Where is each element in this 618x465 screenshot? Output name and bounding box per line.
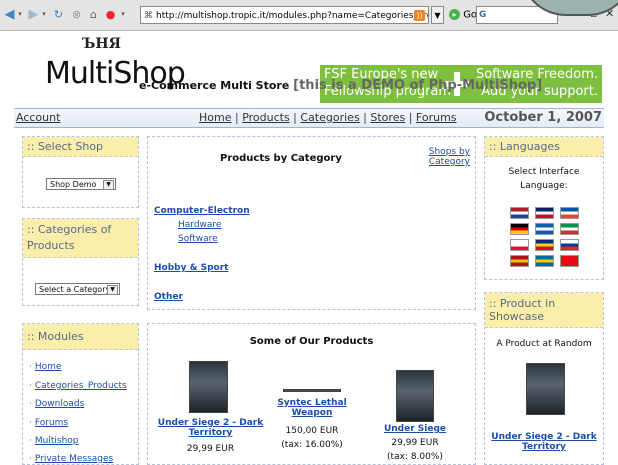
select-shop-title: :: Select Shop — [23, 137, 138, 157]
forward-dropdown-icon[interactable]: ▾ — [40, 8, 48, 21]
language-flag-icon[interactable] — [510, 223, 529, 235]
product-image-1[interactable] — [189, 361, 228, 413]
language-flag-icon[interactable] — [560, 207, 579, 219]
nav-bar: Account Home | Products | Categories | S… — [14, 108, 604, 128]
module-forums-link[interactable]: · Forums — [29, 418, 68, 428]
language-flag-icon[interactable] — [510, 239, 529, 251]
product-1-link[interactable]: Under Siege 2 - Dark Territory — [153, 418, 268, 438]
address-bar[interactable]: ⌘ http://multishop.tropic.it/modules.php?… — [140, 6, 429, 24]
addon-dropdown-icon[interactable]: ▾ — [119, 8, 127, 21]
products-by-category-box: Products by Category Shops by Category C… — [147, 136, 476, 310]
go-button[interactable]: ▸ Go — [449, 9, 477, 21]
language-flag-icon[interactable] — [510, 207, 529, 219]
modules-title: :: Modules — [23, 324, 138, 350]
category-computer-link[interactable]: Computer-Electron — [154, 206, 250, 216]
product-3-link[interactable]: Under Siege — [370, 424, 460, 434]
bullet-icon: · — [29, 362, 32, 372]
subcategory-hardware-link[interactable]: Hardware — [178, 220, 221, 230]
stop-icon[interactable]: ⊗ — [70, 8, 83, 21]
product-2-tax: (tax: 16.00%) — [281, 440, 343, 450]
nav-links: Home | Products | Categories | Stores | … — [199, 111, 457, 124]
nav-stores-link[interactable]: Stores — [370, 111, 405, 124]
reload-icon[interactable]: ↻ — [52, 8, 65, 21]
back-icon[interactable]: ◀ — [3, 8, 16, 21]
showcase-box: :: Product in Showcase A Product at Rand… — [484, 292, 604, 465]
language-flag-icon[interactable] — [535, 207, 554, 219]
showcase-product-image[interactable] — [526, 363, 565, 415]
module-multishop-link[interactable]: · Multishop — [29, 436, 79, 446]
product-3-tax: (tax: 8.00%) — [387, 452, 443, 462]
showcase-product-link[interactable]: Under Siege 2 - Dark Territory — [485, 432, 603, 452]
bullet-icon: · — [29, 436, 32, 446]
language-flag-icon[interactable] — [535, 239, 554, 251]
site-icon: ⌘ — [144, 11, 153, 21]
home-icon[interactable]: ⌂ — [87, 8, 100, 21]
nav-account-link[interactable]: Account — [16, 111, 60, 124]
product-3-price: 29,99 EUR — [391, 438, 439, 448]
language-flag-icon[interactable] — [560, 239, 579, 251]
product-2-price: 150,00 EUR — [285, 426, 339, 436]
tagline-text: e-Commerce Multi Store — [139, 79, 290, 92]
category-select[interactable]: Select a Category ▼ — [35, 283, 120, 295]
modules-box: :: Modules · Home · Categories_Products · D… — [22, 323, 139, 465]
bullet-icon: · — [29, 399, 32, 409]
nav-forums-link[interactable]: Forums — [416, 111, 457, 124]
nav-products-link[interactable]: Products — [242, 111, 290, 124]
language-flag-icon[interactable] — [560, 255, 579, 267]
languages-label: Select Interface Language: — [508, 167, 580, 191]
languages-box: :: Languages Select Interface Language: — [484, 136, 604, 280]
chevron-down-icon: ▼ — [107, 285, 118, 295]
go-label: Go — [463, 9, 478, 21]
forward-icon[interactable]: ▶ — [27, 8, 40, 21]
categories-title: :: Categories of Products — [23, 219, 138, 258]
categories-box: :: Categories of Products Select a Categ… — [22, 218, 139, 306]
address-dropdown-icon[interactable]: ▼ — [431, 6, 444, 24]
rss-feed-icon[interactable]: )) — [414, 10, 425, 21]
search-engine-text: G — [479, 10, 487, 20]
subcategory-software-link[interactable]: Software — [178, 234, 218, 244]
product-2-link[interactable]: Syntec Lethal Weapon — [266, 398, 358, 418]
current-date: October 1, 2007 — [484, 110, 602, 125]
showcase-subtitle: A Product at Random — [496, 339, 592, 349]
some-products-title: Some of Our Products — [249, 336, 374, 347]
address-text: http://multishop.tropic.it/modules.php?n… — [156, 11, 428, 21]
module-categories-link[interactable]: · Categories_Products — [29, 381, 127, 391]
site-tagline: e-Commerce Multi Store [this is a DEMO o… — [139, 78, 542, 93]
chevron-down-icon: ▼ — [103, 180, 114, 190]
module-downloads-link[interactable]: · Downloads — [29, 399, 84, 409]
tagline-demo: [this is a DEMO of Php-MultiShop] — [293, 78, 543, 93]
product-image-2[interactable] — [283, 389, 341, 392]
showcase-title: :: Product in Showcase — [485, 293, 603, 328]
module-home-link[interactable]: · Home — [29, 362, 61, 372]
shop-select[interactable]: Shop Demo ▼ — [46, 178, 116, 190]
site-header: ЪНЯ MultiShop FSF Europe's new Fellowshi… — [0, 31, 618, 106]
shop-select-value: Shop Demo — [50, 180, 97, 189]
nav-categories-link[interactable]: Categories — [300, 111, 359, 124]
languages-title: :: Languages — [485, 137, 603, 157]
language-flag-icon[interactable] — [535, 223, 554, 235]
products-by-category-title: Products by Category — [220, 153, 342, 164]
module-private-messages-link[interactable]: · Private Messages — [29, 454, 113, 464]
browser-toolbar: ◀ ▾ ▶ ▾ ↻ ⊗ ⌂ ● ▾ ⌘ http://multishop.trop… — [0, 0, 618, 31]
bullet-icon: · — [29, 381, 32, 391]
language-flag-icon[interactable] — [510, 255, 529, 267]
back-dropdown-icon[interactable]: ▾ — [16, 8, 24, 21]
select-shop-box: :: Select Shop Shop Demo ▼ — [22, 136, 139, 208]
category-select-value: Select a Category — [39, 285, 111, 294]
bullet-icon: · — [29, 454, 32, 464]
category-hobby-link[interactable]: Hobby & Sport — [154, 263, 228, 273]
language-flag-icon[interactable] — [560, 223, 579, 235]
shops-by-category-link[interactable]: Shops by Category — [429, 147, 470, 167]
logo-mark: ЪНЯ — [82, 36, 121, 52]
category-other-link[interactable]: Other — [154, 292, 183, 302]
bullet-icon: · — [29, 418, 32, 428]
go-icon: ▸ — [449, 9, 460, 20]
product-image-3[interactable] — [396, 370, 434, 422]
language-flag-icon[interactable] — [535, 255, 554, 267]
addon-icon[interactable]: ● — [104, 8, 117, 21]
some-products-box: Some of Our Products Under Siege 2 - Dar… — [147, 323, 476, 465]
nav-home-link[interactable]: Home — [199, 111, 231, 124]
product-1-price: 29,99 EUR — [186, 444, 235, 454]
